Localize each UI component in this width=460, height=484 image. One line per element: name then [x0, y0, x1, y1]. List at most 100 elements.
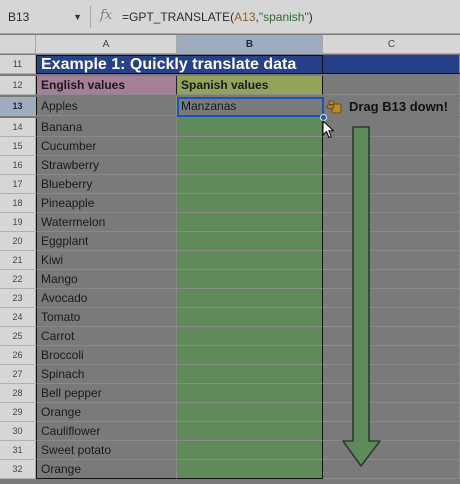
sheet-row: 16 Strawberry: [0, 156, 460, 175]
spanish-header-cell[interactable]: Spanish values: [177, 76, 323, 95]
row-number[interactable]: 15: [0, 137, 36, 156]
sheet-row: 31 Sweet potato: [0, 441, 460, 460]
spanish-value-cell[interactable]: [177, 384, 323, 403]
mouse-pointer-icon: [322, 120, 335, 139]
english-value-cell[interactable]: Avocado: [36, 289, 177, 308]
sheet-row: 15 Cucumber: [0, 137, 460, 156]
sheet-row: 12 English values Spanish values: [0, 76, 460, 95]
sheet-row: 32 Orange: [0, 460, 460, 479]
row-number[interactable]: 30: [0, 422, 36, 441]
sheet-row: 23 Avocado: [0, 289, 460, 308]
select-all-corner[interactable]: [0, 35, 36, 54]
english-value-cell[interactable]: Strawberry: [36, 156, 177, 175]
row-number[interactable]: 32: [0, 460, 36, 479]
drag-instruction: Drag B13 down!: [326, 97, 448, 116]
spanish-value-cell[interactable]: [177, 346, 323, 365]
row-number[interactable]: 21: [0, 251, 36, 270]
english-value-cell[interactable]: Watermelon: [36, 213, 177, 232]
english-value-cell[interactable]: Orange: [36, 460, 177, 479]
sheet-row: 27 Spinach: [0, 365, 460, 384]
english-value-cell[interactable]: Pineapple: [36, 194, 177, 213]
row-number[interactable]: 25: [0, 327, 36, 346]
formula-input[interactable]: =GPT_TRANSLATE(A13,"spanish"): [122, 10, 313, 24]
sheet-row: 20 Eggplant: [0, 232, 460, 251]
english-value-cell[interactable]: Orange: [36, 403, 177, 422]
row-number[interactable]: 13: [0, 97, 36, 116]
spanish-value-cell[interactable]: [177, 460, 323, 479]
sheet-cell[interactable]: [323, 76, 460, 95]
sheet-row: 28 Bell pepper: [0, 384, 460, 403]
title-cell[interactable]: Example 1: Quickly translate data: [36, 55, 323, 74]
spanish-value-cell[interactable]: [177, 194, 323, 213]
row-number[interactable]: 24: [0, 308, 36, 327]
sheet-row: 26 Broccoli: [0, 346, 460, 365]
spanish-value-cell[interactable]: [177, 403, 323, 422]
row-number[interactable]: 23: [0, 289, 36, 308]
name-box[interactable]: B13 ▼: [0, 0, 90, 34]
down-arrow-icon: [342, 126, 381, 467]
formula-prefix: =GPT_TRANSLATE(: [122, 10, 235, 24]
spanish-value-cell[interactable]: [177, 137, 323, 156]
row-number[interactable]: 12: [0, 76, 36, 95]
english-value-cell[interactable]: Apples: [36, 97, 177, 116]
chevron-down-icon[interactable]: ▼: [73, 12, 82, 22]
english-value-cell[interactable]: Banana: [36, 118, 177, 137]
row-number[interactable]: 22: [0, 270, 36, 289]
english-value-cell[interactable]: Carrot: [36, 327, 177, 346]
spanish-value-cell[interactable]: [177, 270, 323, 289]
english-value-cell[interactable]: Broccoli: [36, 346, 177, 365]
row-number[interactable]: 11: [0, 55, 36, 74]
row-number[interactable]: 16: [0, 156, 36, 175]
english-value-cell[interactable]: Sweet potato: [36, 441, 177, 460]
english-value-cell[interactable]: Spinach: [36, 365, 177, 384]
name-box-value: B13: [8, 10, 30, 24]
pointing-hand-icon: [326, 99, 344, 115]
spanish-value-cell[interactable]: [177, 308, 323, 327]
english-value-cell[interactable]: Kiwi: [36, 251, 177, 270]
row-number[interactable]: 14: [0, 118, 36, 137]
sheet-row: 24 Tomato: [0, 308, 460, 327]
row-number[interactable]: 17: [0, 175, 36, 194]
english-value-cell[interactable]: Mango: [36, 270, 177, 289]
row-number[interactable]: 20: [0, 232, 36, 251]
spanish-value-cell[interactable]: [177, 251, 323, 270]
english-value-cell[interactable]: Cucumber: [36, 137, 177, 156]
row-number[interactable]: 31: [0, 441, 36, 460]
formula-bar: B13 ▼ fx =GPT_TRANSLATE(A13,"spanish"): [0, 0, 460, 34]
spanish-value-cell[interactable]: [177, 118, 323, 137]
spanish-value-cell[interactable]: [177, 232, 323, 251]
row-number[interactable]: 28: [0, 384, 36, 403]
spanish-value-cell[interactable]: [177, 175, 323, 194]
english-value-cell[interactable]: Eggplant: [36, 232, 177, 251]
english-value-cell[interactable]: Cauliflower: [36, 422, 177, 441]
column-header-a[interactable]: A: [36, 35, 177, 54]
column-header-b[interactable]: B: [177, 35, 323, 54]
row-number[interactable]: 26: [0, 346, 36, 365]
spanish-value-cell[interactable]: [177, 156, 323, 175]
formula-string-arg: "spanish": [258, 10, 309, 24]
english-header-cell[interactable]: English values: [36, 76, 177, 95]
english-value-cell[interactable]: Bell pepper: [36, 384, 177, 403]
row-number[interactable]: 27: [0, 365, 36, 384]
english-value-cell[interactable]: Blueberry: [36, 175, 177, 194]
column-header-c[interactable]: C: [323, 35, 460, 54]
row-number[interactable]: 19: [0, 213, 36, 232]
english-value-cell[interactable]: Tomato: [36, 308, 177, 327]
spanish-value-cell[interactable]: [177, 422, 323, 441]
drag-instruction-text: Drag B13 down!: [349, 99, 448, 114]
spanish-value-cell[interactable]: [177, 327, 323, 346]
row-number[interactable]: 29: [0, 403, 36, 422]
spanish-value-cell[interactable]: [177, 441, 323, 460]
sheet-cell[interactable]: [323, 55, 460, 74]
formula-bar-divider: [90, 6, 91, 28]
sheet-row: 22 Mango: [0, 270, 460, 289]
row-number[interactable]: 18: [0, 194, 36, 213]
sheet-row: 30 Cauliflower: [0, 422, 460, 441]
spanish-value-cell[interactable]: [177, 213, 323, 232]
spanish-value-cell[interactable]: [177, 289, 323, 308]
sheet-row: 25 Carrot: [0, 327, 460, 346]
spanish-value-cell[interactable]: [177, 365, 323, 384]
formula-close: ): [308, 10, 313, 24]
spanish-value-cell[interactable]: Manzanas: [177, 97, 323, 116]
fx-icon: fx: [100, 8, 113, 23]
